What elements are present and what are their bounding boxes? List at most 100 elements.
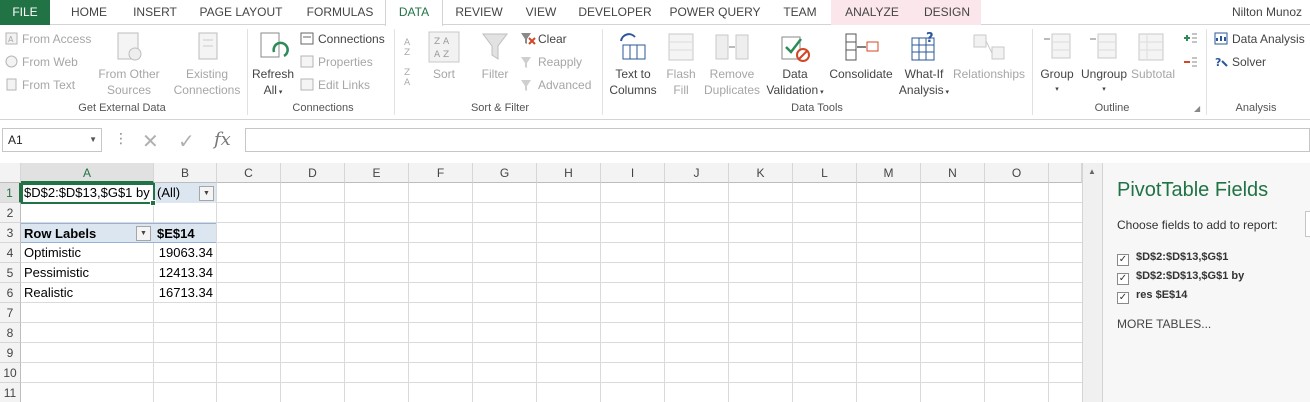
- data-validation-button[interactable]: Data Validation ▾: [764, 66, 826, 101]
- cell-a5[interactable]: Pessimistic: [21, 263, 154, 283]
- field-item[interactable]: ✓ res $E$14: [1117, 289, 1187, 304]
- flash-fill-button[interactable]: Flash Fill: [660, 66, 702, 98]
- column-header-n[interactable]: N: [921, 163, 985, 183]
- field-checkbox[interactable]: ✓: [1117, 292, 1129, 304]
- more-tables-link[interactable]: MORE TABLES...: [1117, 317, 1211, 331]
- reapply-button[interactable]: Reapply: [538, 55, 582, 69]
- name-box[interactable]: A1 ▼: [2, 128, 102, 152]
- row-header-3[interactable]: 3: [0, 223, 21, 243]
- group-button[interactable]: Group ▾: [1036, 66, 1078, 98]
- column-header-i[interactable]: I: [601, 163, 665, 183]
- cell-a6[interactable]: Realistic: [21, 283, 154, 303]
- tab-data[interactable]: DATA: [385, 0, 443, 26]
- tab-design[interactable]: DESIGN: [913, 0, 981, 25]
- hide-detail-icon[interactable]: [1182, 55, 1198, 69]
- column-header-b[interactable]: B: [154, 163, 217, 183]
- existing-connections-button[interactable]: Existing Connections: [170, 66, 244, 98]
- dialog-launcher-icon[interactable]: ◢: [1194, 104, 1200, 113]
- cell-a3[interactable]: Row Labels: [21, 223, 154, 243]
- ungroup-button[interactable]: Ungroup ▾: [1078, 66, 1130, 98]
- properties-button[interactable]: Properties: [318, 55, 373, 69]
- row-header-1[interactable]: 1: [0, 183, 21, 203]
- show-detail-icon[interactable]: [1182, 31, 1198, 45]
- column-header-g[interactable]: G: [473, 163, 537, 183]
- text-to-columns-button[interactable]: Text to Columns: [606, 66, 660, 98]
- row-header-2[interactable]: 2: [0, 203, 21, 223]
- remove-duplicates-button[interactable]: Remove Duplicates: [702, 66, 762, 98]
- cell-b5[interactable]: 12413.34: [154, 263, 216, 283]
- tab-review[interactable]: REVIEW: [447, 0, 511, 25]
- column-header-m[interactable]: M: [857, 163, 921, 183]
- tab-home[interactable]: HOME: [58, 0, 120, 25]
- refresh-all-button[interactable]: Refresh All ▾: [250, 66, 296, 101]
- column-header-o[interactable]: O: [985, 163, 1049, 183]
- what-if-analysis-button[interactable]: What-If Analysis ▾: [896, 66, 952, 101]
- cell-b4[interactable]: 19063.34: [154, 243, 216, 263]
- filter-button[interactable]: Filter: [476, 66, 514, 82]
- row-header-7[interactable]: 7: [0, 303, 21, 323]
- row-header-4[interactable]: 4: [0, 243, 21, 263]
- tab-power-query[interactable]: POWER QUERY: [667, 0, 763, 25]
- fill-handle[interactable]: [150, 200, 156, 206]
- row-header-5[interactable]: 5: [0, 263, 21, 283]
- tab-team[interactable]: TEAM: [773, 0, 827, 25]
- connections-button[interactable]: Connections: [318, 32, 385, 46]
- tools-dropdown-button[interactable]: [1305, 211, 1310, 237]
- pane-scroll-strip[interactable]: ▲: [1082, 163, 1102, 402]
- report-filter-dropdown-icon[interactable]: ▼: [199, 186, 214, 201]
- column-header-l[interactable]: L: [793, 163, 857, 183]
- cancel-icon[interactable]: ✕: [142, 129, 159, 154]
- row-labels-filter-icon[interactable]: ▼: [136, 226, 151, 241]
- tab-analyze[interactable]: ANALYZE: [831, 0, 913, 25]
- column-header-d[interactable]: D: [281, 163, 345, 183]
- enter-icon[interactable]: ✓: [178, 129, 195, 154]
- cell-b3[interactable]: $E$14: [154, 223, 216, 243]
- from-access-button[interactable]: From Access: [22, 32, 91, 46]
- worksheet-grid[interactable]: A B C D E F G H I J K L M N O 1 2 3 4 5 …: [0, 163, 1082, 402]
- tab-insert[interactable]: INSERT: [124, 0, 186, 25]
- field-item[interactable]: ✓ $D$2:$D$13,$G$1: [1117, 251, 1228, 266]
- insert-function-button[interactable]: fx: [214, 129, 231, 150]
- clear-button[interactable]: Clear: [538, 32, 567, 46]
- field-checkbox[interactable]: ✓: [1117, 254, 1129, 266]
- formula-input[interactable]: [245, 128, 1310, 152]
- tab-developer[interactable]: DEVELOPER: [573, 0, 657, 25]
- row-header-11[interactable]: 11: [0, 383, 21, 402]
- scroll-up-icon[interactable]: ▲: [1088, 167, 1096, 176]
- column-header-j[interactable]: J: [665, 163, 729, 183]
- from-other-sources-button[interactable]: From Other Sources: [96, 66, 162, 98]
- solver-button[interactable]: Solver: [1232, 55, 1266, 69]
- row-header-9[interactable]: 9: [0, 343, 21, 363]
- consolidate-button[interactable]: Consolidate: [826, 66, 896, 82]
- column-header-k[interactable]: K: [729, 163, 793, 183]
- column-header-c[interactable]: C: [217, 163, 281, 183]
- formula-bar-grip-icon[interactable]: ⋮: [114, 130, 128, 147]
- cell-b6[interactable]: 16713.34: [154, 283, 216, 303]
- sort-button[interactable]: Sort: [425, 66, 463, 82]
- tab-view[interactable]: VIEW: [517, 0, 565, 25]
- chevron-down-icon[interactable]: ▼: [89, 129, 97, 151]
- field-checkbox[interactable]: ✓: [1117, 273, 1129, 285]
- column-header-partial[interactable]: [1049, 163, 1082, 183]
- cell-a4[interactable]: Optimistic: [21, 243, 154, 263]
- row-header-6[interactable]: 6: [0, 283, 21, 303]
- column-header-f[interactable]: F: [409, 163, 473, 183]
- row-header-8[interactable]: 8: [0, 323, 21, 343]
- edit-links-button[interactable]: Edit Links: [318, 78, 370, 92]
- tab-page-layout[interactable]: PAGE LAYOUT: [192, 0, 290, 25]
- row-header-10[interactable]: 10: [0, 363, 21, 383]
- column-header-h[interactable]: H: [537, 163, 601, 183]
- column-header-e[interactable]: E: [345, 163, 409, 183]
- subtotal-button[interactable]: Subtotal: [1128, 66, 1178, 82]
- column-header-a[interactable]: A: [21, 163, 154, 183]
- select-all-corner[interactable]: [0, 163, 21, 183]
- data-analysis-button[interactable]: Data Analysis: [1232, 32, 1305, 46]
- field-item[interactable]: ✓ $D$2:$D$13,$G$1 by: [1117, 270, 1244, 285]
- user-name[interactable]: Nilton Munoz: [1232, 0, 1302, 25]
- relationships-button[interactable]: Relationships: [952, 66, 1026, 82]
- from-web-button[interactable]: From Web: [22, 55, 78, 69]
- tab-file[interactable]: FILE: [0, 0, 50, 25]
- from-text-button[interactable]: From Text: [22, 78, 75, 92]
- tab-formulas[interactable]: FORMULAS: [297, 0, 383, 25]
- advanced-filter-button[interactable]: Advanced: [538, 78, 591, 92]
